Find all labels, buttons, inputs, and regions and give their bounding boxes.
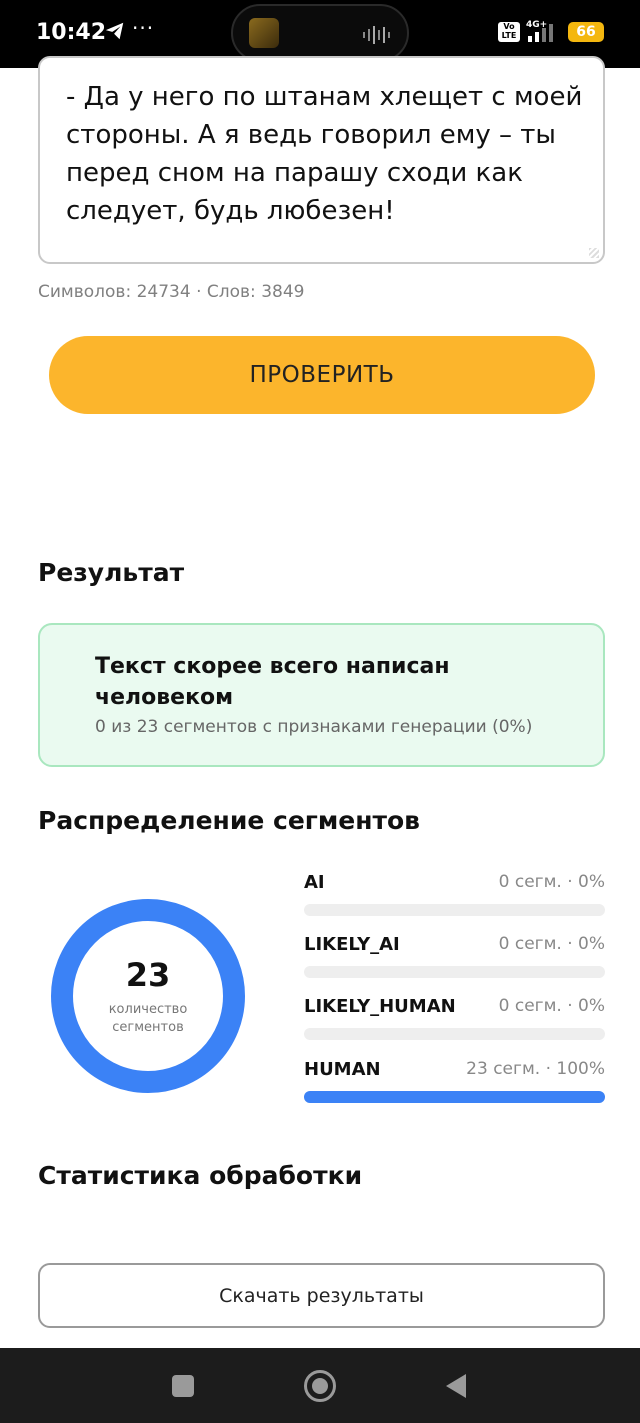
segment-name: LIKELY_AI	[304, 934, 400, 955]
resize-handle-icon[interactable]	[589, 248, 599, 258]
audio-wave-icon	[363, 26, 390, 44]
text-input-area[interactable]: - Да у него по штанам хлещет с моей стор…	[38, 56, 605, 264]
chars-label: Символов:	[38, 282, 132, 302]
segment-value: 0 сегм. · 0%	[498, 996, 605, 1016]
telegram-icon	[105, 22, 124, 40]
segment-bar-track	[304, 1028, 605, 1040]
dynamic-island	[231, 4, 409, 62]
volte-badge: Vo LTE	[498, 22, 520, 42]
donut-total: 23	[125, 956, 171, 994]
text-input-content[interactable]: - Да у него по штанам хлещет с моей стор…	[66, 78, 586, 230]
status-time: 10:42	[36, 20, 107, 45]
segment-bar-fill	[304, 1091, 605, 1103]
donut-total-label: количество сегментов	[108, 1002, 188, 1035]
segment-bar-track	[304, 1091, 605, 1103]
check-button[interactable]: ПРОВЕРИТЬ	[49, 336, 595, 414]
status-more-dots: ···	[132, 16, 155, 40]
segment-value: 0 сегм. · 0%	[498, 934, 605, 954]
result-heading: Результат	[38, 558, 185, 587]
segment-value: 0 сегм. · 0%	[498, 872, 605, 892]
words-value: 3849	[261, 282, 305, 302]
result-title: Текст скорее всего написан человеком	[95, 654, 450, 710]
counts-separator: ·	[190, 282, 207, 302]
segment-name: LIKELY_HUMAN	[304, 996, 456, 1017]
download-results-button[interactable]: Скачать результаты	[38, 1263, 605, 1328]
segment-bar-track	[304, 966, 605, 978]
segment-row-human: HUMAN 23 сегм. · 100%	[304, 1059, 605, 1104]
segment-row-likely-human: LIKELY_HUMAN 0 сегм. · 0%	[304, 996, 605, 1041]
segment-value: 23 сегм. · 100%	[466, 1059, 605, 1079]
segment-name: AI	[304, 872, 325, 893]
result-subtitle: 0 из 23 сегментов с признаками генерации…	[95, 717, 533, 737]
app-thumbnail-icon	[249, 18, 279, 48]
back-triangle-icon[interactable]	[444, 1372, 468, 1400]
home-circle-icon[interactable]	[304, 1370, 336, 1402]
text-counts: Символов: 24734 · Слов: 3849	[38, 282, 304, 302]
distribution-heading: Распределение сегментов	[38, 806, 420, 835]
stats-heading: Статистика обработки	[38, 1161, 363, 1190]
words-label: Слов:	[206, 282, 256, 302]
segment-bar-track	[304, 904, 605, 916]
system-nav-bar	[0, 1348, 640, 1423]
battery-indicator: 66	[568, 22, 604, 42]
donut-ring-human	[51, 899, 245, 1093]
chars-value: 24734	[136, 282, 191, 302]
segment-row-likely-ai: LIKELY_AI 0 сегм. · 0%	[304, 934, 605, 979]
result-card: Текст скорее всего написан человеком 0 и…	[38, 623, 605, 767]
segments-donut-chart	[51, 899, 245, 1093]
segment-row-ai: AI 0 сегм. · 0%	[304, 872, 605, 917]
signal-icon: 4G+	[526, 20, 553, 42]
square-icon[interactable]	[172, 1375, 194, 1397]
segment-name: HUMAN	[304, 1059, 381, 1080]
